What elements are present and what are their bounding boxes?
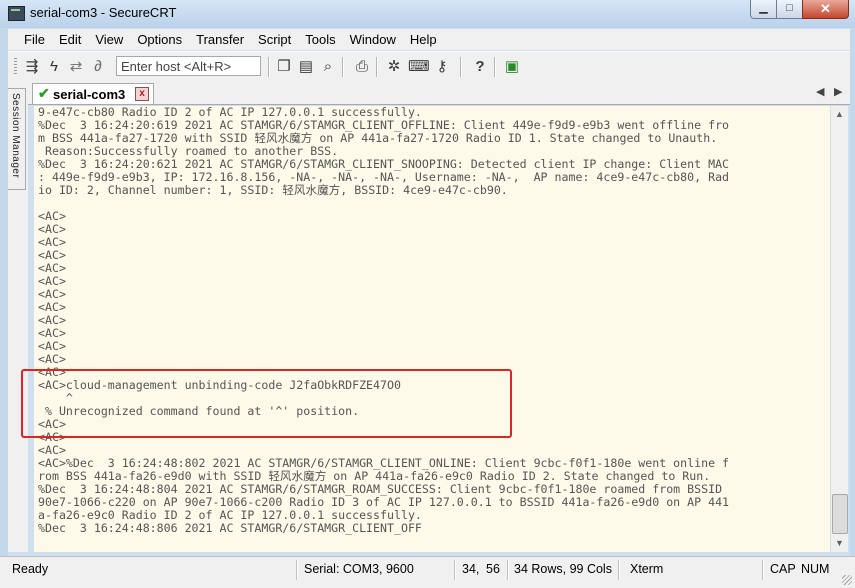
menu-transfer[interactable]: Transfer bbox=[189, 32, 251, 47]
toolbar-separator bbox=[460, 57, 462, 77]
reconnect-icon[interactable]: ⇄ bbox=[66, 57, 86, 77]
connect-icon[interactable]: ⇶ bbox=[22, 57, 42, 77]
tab-label: serial-com3 bbox=[53, 87, 126, 102]
window-frame-right bbox=[850, 28, 855, 587]
terminal-line: <AC> bbox=[38, 235, 66, 249]
terminal-line: <AC> bbox=[38, 339, 66, 353]
toolbar: ⇶ ϟ ⇄ ∂ ❐ ▤ ⌕ ⎙ ✲ ⌨ ⚷ ? ▣ bbox=[8, 51, 850, 83]
window-frame-left bbox=[0, 28, 8, 587]
terminal-line: <AC> bbox=[38, 287, 66, 301]
title-bar: serial-com3 - SecureCRT ▁ □ ✕ bbox=[0, 0, 855, 28]
copy-icon[interactable]: ❐ bbox=[274, 57, 294, 77]
menu-options[interactable]: Options bbox=[130, 32, 189, 47]
terminal-line: <AC> bbox=[38, 222, 66, 236]
status-divider bbox=[296, 560, 298, 580]
status-col: 56 bbox=[486, 562, 500, 576]
securecrt-app-icon bbox=[8, 6, 25, 21]
tab-serial-com3[interactable]: ✔ serial-com3 x bbox=[32, 83, 154, 104]
status-row: 34, bbox=[462, 562, 480, 576]
tab-prev-icon[interactable]: ◀ bbox=[816, 85, 824, 98]
menu-help[interactable]: Help bbox=[403, 32, 444, 47]
terminal-line: <AC> bbox=[38, 326, 66, 340]
status-terminal-type: Xterm bbox=[630, 562, 664, 576]
highlight-annotation-box bbox=[21, 369, 512, 438]
connected-check-icon: ✔ bbox=[38, 85, 50, 101]
status-caps: CAP bbox=[770, 562, 796, 576]
terminal-line: <AC> bbox=[38, 313, 66, 327]
menu-view[interactable]: View bbox=[88, 32, 130, 47]
scrollbar-thumb[interactable] bbox=[832, 494, 848, 534]
tab-close-icon[interactable]: x bbox=[135, 87, 149, 101]
status-size: 34 Rows, 99 Cols bbox=[514, 562, 612, 576]
paste-icon[interactable]: ▤ bbox=[296, 57, 316, 77]
disconnect-icon[interactable]: ∂ bbox=[88, 57, 108, 77]
status-divider bbox=[762, 560, 764, 580]
toolbar-separator bbox=[342, 57, 344, 77]
toolbar-grip[interactable] bbox=[14, 58, 17, 76]
menu-window[interactable]: Window bbox=[343, 32, 403, 47]
resize-grip[interactable] bbox=[842, 575, 852, 585]
terminal-line: <AC> bbox=[38, 300, 66, 314]
terminal-line: <AC> bbox=[38, 274, 66, 288]
terminal-line: %Dec 3 16:24:48:806 2021 AC STAMGR/6/STA… bbox=[38, 521, 422, 535]
terminal-line: <AC> bbox=[38, 261, 66, 275]
print-icon[interactable]: ⎙ bbox=[352, 57, 372, 77]
terminal-output[interactable]: 9-e47c-cb80 Radio ID 2 of AC IP 127.0.0.… bbox=[34, 106, 830, 552]
settings-icon[interactable]: ✲ bbox=[384, 57, 404, 77]
terminal-line: <AC> bbox=[38, 209, 66, 223]
host-input[interactable] bbox=[116, 56, 261, 76]
menu-tools[interactable]: Tools bbox=[298, 32, 342, 47]
toolbar-separator bbox=[376, 57, 378, 77]
terminal-line: <AC> bbox=[38, 352, 66, 366]
status-divider bbox=[454, 560, 456, 580]
maximize-button[interactable]: □ bbox=[776, 0, 803, 19]
keygen-icon[interactable]: ⚷ bbox=[432, 57, 452, 77]
status-serial: Serial: COM3, 9600 bbox=[304, 562, 414, 576]
help-icon[interactable]: ? bbox=[470, 57, 490, 77]
menu-bar: File Edit View Options Transfer Script T… bbox=[8, 29, 850, 50]
session-tab-strip: ✔ serial-com3 x ◀ ▶ bbox=[28, 82, 850, 105]
keymap-icon[interactable]: ⌨ bbox=[408, 57, 430, 77]
menu-script[interactable]: Script bbox=[251, 32, 298, 47]
session-manager-label: Session Manager bbox=[10, 93, 21, 179]
quick-connect-icon[interactable]: ϟ bbox=[44, 57, 64, 77]
tab-next-icon[interactable]: ▶ bbox=[834, 85, 842, 98]
status-divider bbox=[507, 560, 509, 580]
scroll-down-icon[interactable]: ▼ bbox=[831, 535, 848, 552]
minimize-button[interactable]: ▁ bbox=[750, 0, 777, 19]
terminal-line: <AC> bbox=[38, 248, 66, 262]
window-title: serial-com3 - SecureCRT bbox=[30, 5, 177, 20]
status-ready: Ready bbox=[12, 562, 49, 576]
scroll-up-icon[interactable]: ▲ bbox=[831, 106, 848, 123]
options-icon[interactable]: ▣ bbox=[502, 57, 522, 77]
terminal-scrollbar[interactable]: ▲ ▼ bbox=[831, 106, 848, 552]
close-button[interactable]: ✕ bbox=[802, 0, 849, 19]
toolbar-separator bbox=[494, 57, 496, 77]
menu-file[interactable]: File bbox=[8, 32, 52, 47]
status-bar: Ready Serial: COM3, 9600 34, 56 34 Rows,… bbox=[0, 556, 855, 588]
status-divider bbox=[618, 560, 620, 580]
session-manager-tab[interactable]: Session Manager bbox=[8, 88, 26, 190]
find-icon[interactable]: ⌕ bbox=[318, 57, 338, 77]
status-num: NUM bbox=[801, 562, 830, 576]
menu-edit[interactable]: Edit bbox=[52, 32, 88, 47]
terminal-line: io ID: 2, Channel number: 1, SSID: 轻风水魔方… bbox=[38, 183, 508, 197]
toolbar-separator bbox=[268, 57, 270, 77]
